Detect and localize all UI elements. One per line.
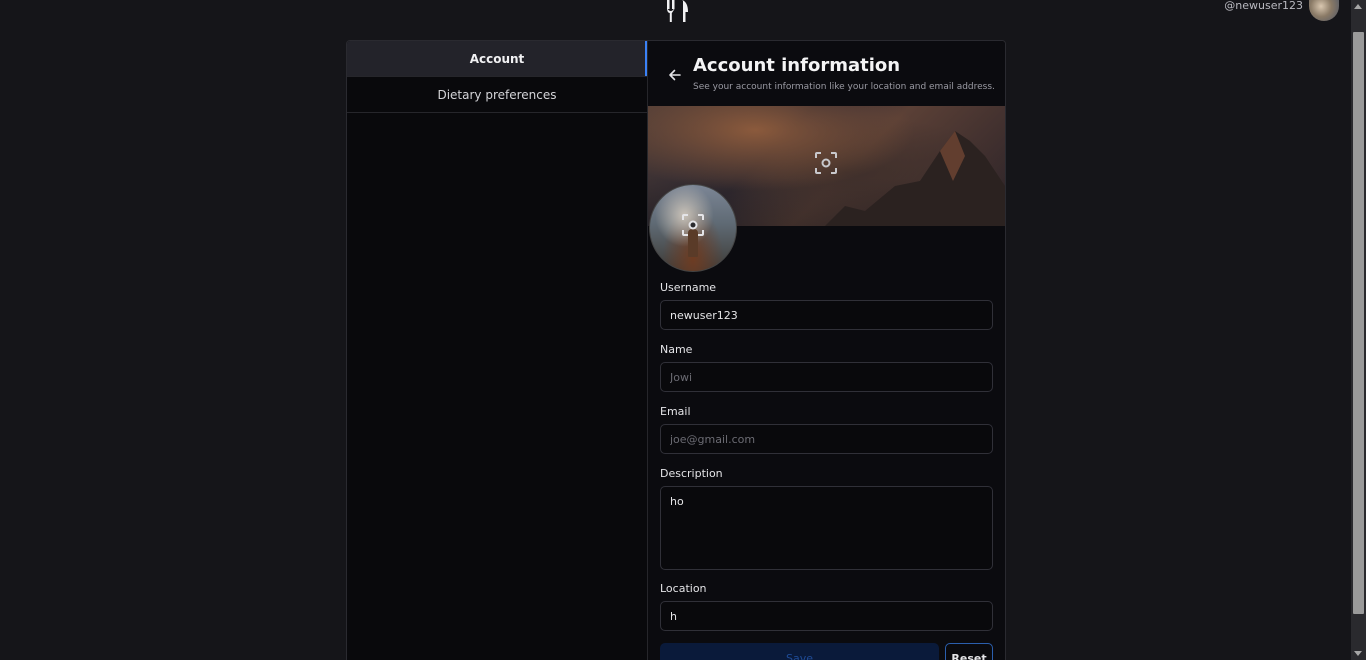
scroll-thumb[interactable] <box>1353 32 1364 614</box>
name-group: Name <box>660 343 993 392</box>
settings-sidebar: Account Dietary preferences <box>347 41 648 660</box>
account-form: Username Name Email Description ho Locat… <box>660 281 993 660</box>
fork-knife-icon[interactable] <box>664 0 690 22</box>
location-group: Location <box>660 582 993 631</box>
banner-mountain-art <box>825 131 1005 226</box>
settings-panel: Account Dietary preferences Account info… <box>346 40 1006 660</box>
description-textarea[interactable]: ho <box>660 486 993 570</box>
user-avatar[interactable] <box>1309 0 1339 21</box>
email-group: Email <box>660 405 993 454</box>
save-button[interactable]: Save <box>660 643 939 660</box>
sidebar-item-account[interactable]: Account <box>347 41 647 77</box>
profile-avatar[interactable] <box>649 184 737 272</box>
page-title: Account information <box>693 55 901 76</box>
page-scrollbar[interactable] <box>1351 0 1366 660</box>
username-group: Username <box>660 281 993 330</box>
email-label: Email <box>660 405 691 418</box>
account-header: Account information See your account inf… <box>648 41 1005 106</box>
location-input[interactable] <box>660 601 993 631</box>
location-label: Location <box>660 582 707 595</box>
camera-icon[interactable] <box>681 213 705 237</box>
page-subtitle: See your account information like your l… <box>693 82 995 92</box>
scroll-up-arrow-icon[interactable] <box>1354 4 1362 9</box>
username-input[interactable] <box>660 300 993 330</box>
username-handle: @newuser123 <box>1224 0 1303 12</box>
camera-icon[interactable] <box>814 151 838 175</box>
username-label: Username <box>660 281 717 294</box>
reset-button[interactable]: Reset <box>945 643 993 660</box>
user-menu[interactable]: @newuser123 <box>1224 0 1339 22</box>
arrow-left-icon[interactable] <box>667 67 683 83</box>
scroll-down-arrow-icon[interactable] <box>1354 651 1362 656</box>
name-input[interactable] <box>660 362 993 392</box>
description-group: Description ho <box>660 467 993 574</box>
sidebar-item-dietary-preferences[interactable]: Dietary preferences <box>347 77 647 113</box>
email-input[interactable] <box>660 424 993 454</box>
description-label: Description <box>660 467 723 480</box>
account-content: Account information See your account inf… <box>648 41 1005 660</box>
name-label: Name <box>660 343 693 356</box>
form-actions: Save Reset <box>660 643 993 660</box>
